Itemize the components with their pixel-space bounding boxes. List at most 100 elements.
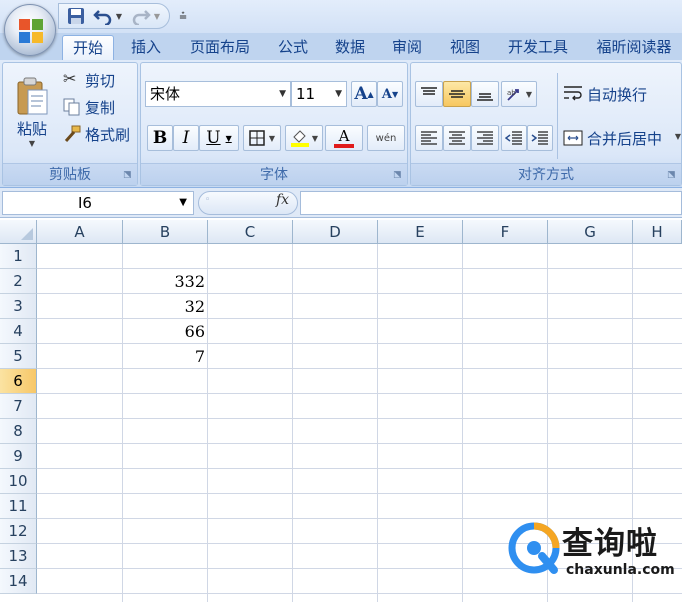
format-painter-button[interactable]: 格式刷 — [61, 123, 137, 145]
insert-function-button[interactable]: fx — [276, 192, 289, 208]
fill-color-button[interactable]: ▼ — [285, 125, 323, 151]
cut-button[interactable]: ✂ 剪切 — [61, 69, 137, 91]
name-box[interactable]: I6 ▼ — [2, 191, 194, 215]
underline-button[interactable]: U ▼ — [199, 125, 239, 151]
merge-center-label: 合并后居中 — [587, 130, 663, 148]
expand-handle-icon: ◦ — [205, 195, 211, 205]
customize-qat-icon[interactable]: ⩮ — [176, 6, 190, 26]
row-header-6[interactable]: 6 — [0, 369, 37, 394]
cell-b4[interactable]: 66 — [123, 319, 208, 344]
wrap-text-button[interactable]: 自动换行 — [561, 81, 679, 107]
row-header-13[interactable]: 13 — [0, 544, 37, 569]
shrink-font-button[interactable]: A ▼ — [377, 81, 403, 107]
cell-b5[interactable]: 7 — [123, 344, 208, 369]
cell-b2[interactable]: 332 — [123, 269, 208, 294]
save-icon[interactable] — [66, 6, 86, 26]
copy-label: 复制 — [85, 99, 116, 117]
undo-icon[interactable] — [92, 6, 114, 26]
cut-label: 剪切 — [85, 72, 116, 90]
tab-home[interactable]: 开始 — [62, 35, 114, 60]
bold-button[interactable]: B — [147, 125, 173, 151]
alignment-group: ab ▼ 自动换行 合并后居中 ▼ 对齐方式 ⬔ — [410, 62, 682, 186]
align-top-button[interactable] — [415, 81, 443, 107]
align-bottom-button[interactable] — [471, 81, 499, 107]
align-left-button[interactable] — [415, 125, 443, 151]
formula-input[interactable] — [300, 191, 682, 215]
phonetic-icon: wén — [375, 132, 397, 144]
select-all-button[interactable] — [0, 220, 37, 244]
font-color-button[interactable]: A — [325, 125, 363, 151]
column-header-f[interactable]: F — [463, 220, 548, 244]
align-middle-button[interactable] — [443, 81, 471, 107]
excel-window: ▼ ▼ ⩮ 开始 插入 页面布局 公式 数据 审阅 视图 开发工具 福昕阅读器 — [0, 0, 682, 602]
align-left-icon — [421, 131, 437, 145]
decrease-indent-icon — [505, 131, 522, 145]
italic-button[interactable]: I — [173, 125, 199, 151]
watermark-url: chaxunla.com — [566, 562, 675, 578]
redo-dropdown-icon[interactable]: ▼ — [152, 6, 162, 26]
alignment-dialog-launcher-icon[interactable]: ⬔ — [667, 170, 677, 180]
tab-view[interactable]: 视图 — [440, 35, 490, 60]
gridline — [37, 493, 682, 494]
paste-button[interactable]: 粘贴 ▼ — [9, 67, 55, 157]
tab-foxit-reader[interactable]: 福昕阅读器 — [586, 35, 682, 60]
row-header-9[interactable]: 9 — [0, 444, 37, 469]
scissors-icon: ✂ — [63, 69, 77, 88]
row-header-10[interactable]: 10 — [0, 469, 37, 494]
tab-developer[interactable]: 开发工具 — [498, 35, 578, 60]
column-header-c[interactable]: C — [208, 220, 293, 244]
underline-dropdown-icon: ▼ — [225, 133, 232, 143]
tab-data[interactable]: 数据 — [326, 35, 374, 60]
row-header-7[interactable]: 7 — [0, 394, 37, 419]
font-group: 宋体 ▼ 11 ▼ A ▲ A ▼ B I U ▼ ▼ ▼ A wén 字体 ⬔ — [140, 62, 408, 186]
increase-indent-icon — [531, 131, 548, 145]
align-center-button[interactable] — [443, 125, 471, 151]
column-header-g[interactable]: G — [548, 220, 633, 244]
row-header-14[interactable]: 14 — [0, 569, 37, 594]
redo-icon[interactable] — [130, 6, 152, 26]
tab-insert[interactable]: 插入 — [120, 35, 172, 60]
gridline — [292, 244, 293, 602]
row-header-1[interactable]: 1 — [0, 244, 37, 269]
formula-bar: I6 ▼ ◦ fx — [0, 188, 682, 218]
tab-page-layout[interactable]: 页面布局 — [180, 35, 260, 60]
borders-button[interactable]: ▼ — [243, 125, 281, 151]
column-header-h[interactable]: H — [633, 220, 682, 244]
copy-button[interactable]: 复制 — [61, 96, 137, 118]
column-header-e[interactable]: E — [378, 220, 463, 244]
office-button[interactable] — [4, 4, 56, 56]
phonetic-button[interactable]: wén — [367, 125, 405, 151]
grow-font-button[interactable]: A ▲ — [351, 81, 377, 107]
column-header-d[interactable]: D — [293, 220, 378, 244]
orientation-button[interactable]: ab ▼ — [501, 81, 537, 107]
row-header-8[interactable]: 8 — [0, 419, 37, 444]
font-name-dropdown-icon: ▼ — [279, 89, 286, 99]
decrease-indent-button[interactable] — [501, 125, 527, 151]
font-name-combo[interactable]: 宋体 ▼ — [145, 81, 291, 107]
row-header-4[interactable]: 4 — [0, 319, 37, 344]
copy-icon — [63, 98, 80, 116]
tab-review[interactable]: 审阅 — [382, 35, 432, 60]
column-header-b[interactable]: B — [123, 220, 208, 244]
font-color-icon: A — [338, 126, 350, 145]
increase-indent-button[interactable] — [527, 125, 553, 151]
row-header-11[interactable]: 11 — [0, 494, 37, 519]
row-header-2[interactable]: 2 — [0, 269, 37, 294]
cell-b3[interactable]: 32 — [123, 294, 208, 319]
watermark-title: 查询啦 — [562, 526, 658, 562]
merge-center-button[interactable]: 合并后居中 ▼ — [561, 125, 681, 151]
column-header-a[interactable]: A — [37, 220, 123, 244]
undo-dropdown-icon[interactable]: ▼ — [114, 6, 124, 26]
row-header-5[interactable]: 5 — [0, 344, 37, 369]
format-painter-icon — [64, 125, 81, 142]
merge-center-dropdown-icon: ▼ — [674, 132, 681, 141]
ribbon: 粘贴 ▼ ✂ 剪切 复制 格式刷 剪贴板 ⬔ 宋体 ▼ 11 ▼ A ▲ A ▼… — [0, 60, 682, 188]
clipboard-dialog-launcher-icon[interactable]: ⬔ — [123, 170, 133, 180]
font-size-combo[interactable]: 11 ▼ — [291, 81, 347, 107]
font-group-label: 字体 — [141, 163, 407, 185]
font-dialog-launcher-icon[interactable]: ⬔ — [393, 170, 403, 180]
row-header-12[interactable]: 12 — [0, 519, 37, 544]
row-header-3[interactable]: 3 — [0, 294, 37, 319]
tab-formulas[interactable]: 公式 — [268, 35, 318, 60]
align-right-button[interactable] — [471, 125, 499, 151]
